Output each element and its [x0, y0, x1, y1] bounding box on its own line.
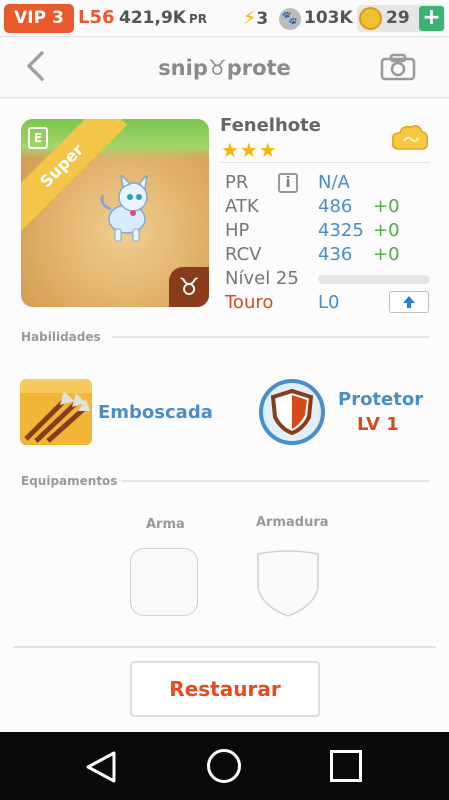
- equipment-section-label: Equipamentos: [21, 474, 118, 488]
- add-coins-button[interactable]: +: [419, 6, 444, 31]
- arrows-icon: [20, 379, 92, 443]
- pet-portrait[interactable]: Super E ♉: [21, 119, 209, 307]
- camera-icon[interactable]: [380, 53, 416, 81]
- armor-slot-label: Armadura: [256, 515, 329, 530]
- pet-sprite: [100, 175, 148, 242]
- info-icon[interactable]: i: [278, 173, 298, 193]
- energy-counter: ⚡3: [243, 6, 268, 31]
- stat-row-pr: PR i N/A: [225, 171, 430, 195]
- stat-label: PR: [225, 172, 249, 193]
- stat-row-hp: HP 4325 +0: [225, 219, 430, 243]
- cloud-icon[interactable]: [391, 123, 429, 153]
- stat-value: 436: [318, 244, 353, 265]
- nav-recents-icon[interactable]: [330, 750, 362, 782]
- xp-bar: [318, 275, 430, 284]
- coin-counter: 29 +: [357, 5, 445, 32]
- nav-back-icon[interactable]: [84, 750, 118, 784]
- player-power-value: 421,9K: [119, 8, 186, 28]
- stat-value: 486: [318, 196, 353, 217]
- pet-detail-panel: Super E ♉ Fenelhote ★★★ PR i N/A ATK 486…: [0, 99, 449, 732]
- stat-row-atk: ATK 486 +0: [225, 195, 430, 219]
- player-power-label: PR: [188, 12, 207, 26]
- stat-row-rcv: RCV 436 +0: [225, 243, 430, 267]
- sign-label: Touro: [225, 292, 274, 313]
- name-divider: [220, 162, 430, 163]
- equipment-divider: [121, 480, 429, 482]
- stat-label: HP: [225, 220, 250, 241]
- coin-icon: [359, 7, 382, 30]
- bottom-divider: [13, 646, 436, 648]
- stat-bonus: +0: [373, 196, 400, 217]
- star-rating: ★★★: [221, 138, 278, 162]
- protector-skill-level: LV 1: [357, 414, 399, 435]
- taurus-icon: ♉: [169, 267, 209, 307]
- protector-skill-name[interactable]: Protetor: [338, 388, 423, 412]
- weapon-slot-label: Arma: [146, 517, 185, 532]
- sign-level: L0: [318, 292, 340, 313]
- stat-value: N/A: [318, 172, 350, 193]
- weapon-slot[interactable]: [130, 548, 198, 616]
- protector-skill-icon[interactable]: [259, 379, 325, 445]
- stat-value: 4325: [318, 220, 364, 241]
- stat-row-sign: Touro L0: [225, 291, 430, 315]
- abilities-divider: [112, 336, 429, 338]
- system-navigation-bar: [0, 732, 449, 800]
- sign-upgrade-button[interactable]: [389, 291, 429, 313]
- vip-badge[interactable]: VIP 3: [4, 4, 74, 33]
- player-power: 421,9K PR: [119, 6, 207, 31]
- armor-slot[interactable]: [254, 548, 322, 618]
- paw-icon: 🐾: [279, 8, 301, 30]
- resource-status-bar: VIP 3 L56 421,9K PR ⚡3 🐾 103K 29 +: [0, 0, 449, 37]
- nav-home-icon[interactable]: [207, 749, 241, 783]
- stat-bonus: +0: [373, 244, 400, 265]
- player-level: L56: [78, 7, 115, 28]
- arrow-up-icon: [403, 296, 415, 308]
- stat-label: ATK: [225, 196, 259, 217]
- paw-value: 103K: [304, 8, 353, 28]
- coin-value: 29: [386, 8, 410, 28]
- pet-name: Fenelhote: [220, 115, 321, 136]
- level-label: Nível 25: [225, 268, 299, 289]
- restore-button[interactable]: Restaurar: [130, 661, 320, 717]
- abilities-section-label: Habilidades: [21, 330, 101, 344]
- element-icon: E: [28, 127, 48, 149]
- ambush-skill-icon[interactable]: [20, 379, 92, 445]
- ambush-skill-name[interactable]: Emboscada: [98, 401, 213, 425]
- energy-value: 3: [256, 9, 269, 29]
- stat-row-level: Nível 25: [225, 267, 430, 291]
- stat-bonus: +0: [373, 220, 400, 241]
- stat-label: RCV: [225, 244, 262, 265]
- shield-icon: [270, 388, 314, 436]
- lightning-icon: ⚡: [243, 7, 257, 29]
- page-header: snip♉prote: [0, 38, 449, 98]
